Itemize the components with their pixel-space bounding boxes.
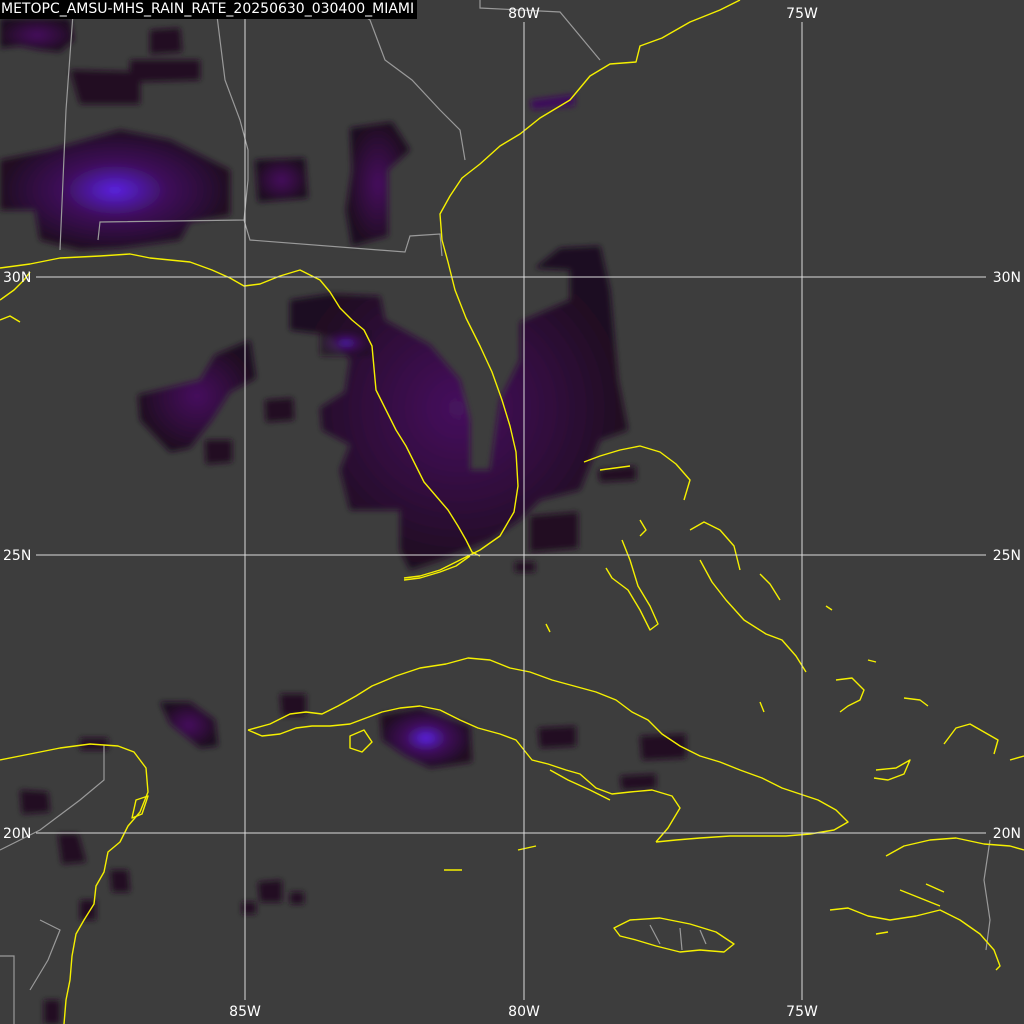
rain-cell <box>110 870 130 892</box>
rain-cell <box>320 330 372 356</box>
bahamas-coastline <box>825 605 877 663</box>
left-label-25n: 25N <box>3 548 31 564</box>
rain-cell <box>620 774 656 790</box>
left-label-20n: 20N <box>3 826 31 842</box>
product-title: METOPC_AMSU-MHS_RAIN_RATE_20250630_03040… <box>0 0 418 19</box>
bottom-label-85w: 85W <box>229 1004 261 1020</box>
rain-cell <box>0 18 74 52</box>
rain-cell <box>530 512 578 552</box>
state-border <box>479 0 601 61</box>
rain-cell <box>242 902 256 914</box>
bahamas-coastline <box>759 573 781 601</box>
country-border <box>29 919 61 991</box>
bahamas-coastline <box>689 521 741 571</box>
hispaniola-coastline <box>829 907 1001 971</box>
country-border <box>983 839 991 951</box>
state-border <box>243 219 443 257</box>
bahamas-coastline <box>639 519 647 537</box>
rain-cell <box>265 398 294 422</box>
right-label-30n: 30N <box>993 270 1021 286</box>
rain-cell <box>346 122 410 246</box>
rain-cell <box>290 892 304 904</box>
bahamas-coastline <box>605 539 659 631</box>
bahamas-coastline <box>943 723 999 755</box>
jamaica-coastline <box>613 917 735 953</box>
bahamas-coastline <box>1009 755 1024 761</box>
country-border <box>0 955 15 1024</box>
top-label-75w: 75W <box>786 6 818 22</box>
rain-cell <box>70 70 140 104</box>
rain-cell <box>380 708 472 768</box>
hispaniola-coastline <box>875 931 889 935</box>
rain-cell <box>515 562 535 572</box>
bahamas-coastline <box>699 559 807 673</box>
top-label-80w: 80W <box>508 6 540 22</box>
rain-cell <box>20 790 50 814</box>
rain-cell <box>58 834 86 864</box>
bahamas-coastline <box>835 677 865 713</box>
bahamas-coastline <box>903 697 929 707</box>
rain-cell <box>640 734 686 760</box>
rain-cell <box>138 340 256 452</box>
rain-cell <box>0 130 230 250</box>
left-label-30n: 30N <box>3 270 31 286</box>
rain-cell <box>538 726 576 748</box>
rain-cell <box>150 28 182 54</box>
bottom-label-80w: 80W <box>508 1004 540 1020</box>
rain-cell <box>44 1000 60 1024</box>
isla-de-la-juventud <box>349 729 373 753</box>
cuba-coastline <box>247 657 849 843</box>
hispaniola-coastline <box>899 883 945 907</box>
rain-cell <box>255 158 308 202</box>
rain-cell <box>130 60 200 82</box>
rain-cell <box>205 440 232 464</box>
rain-cell <box>530 94 575 110</box>
rain-cell <box>160 702 218 748</box>
right-label-25n: 25N <box>993 548 1021 564</box>
bahamas-coastline <box>873 759 911 781</box>
rain-rate-map: 80W 75W 85W 80W 75W 30N 25N 20N 30N 25N … <box>0 0 1024 1024</box>
bottom-label-75w: 75W <box>786 1004 818 1020</box>
gulf-coastline-bay <box>0 315 21 323</box>
rain-cell <box>258 880 282 902</box>
right-label-20n: 20N <box>993 826 1021 842</box>
